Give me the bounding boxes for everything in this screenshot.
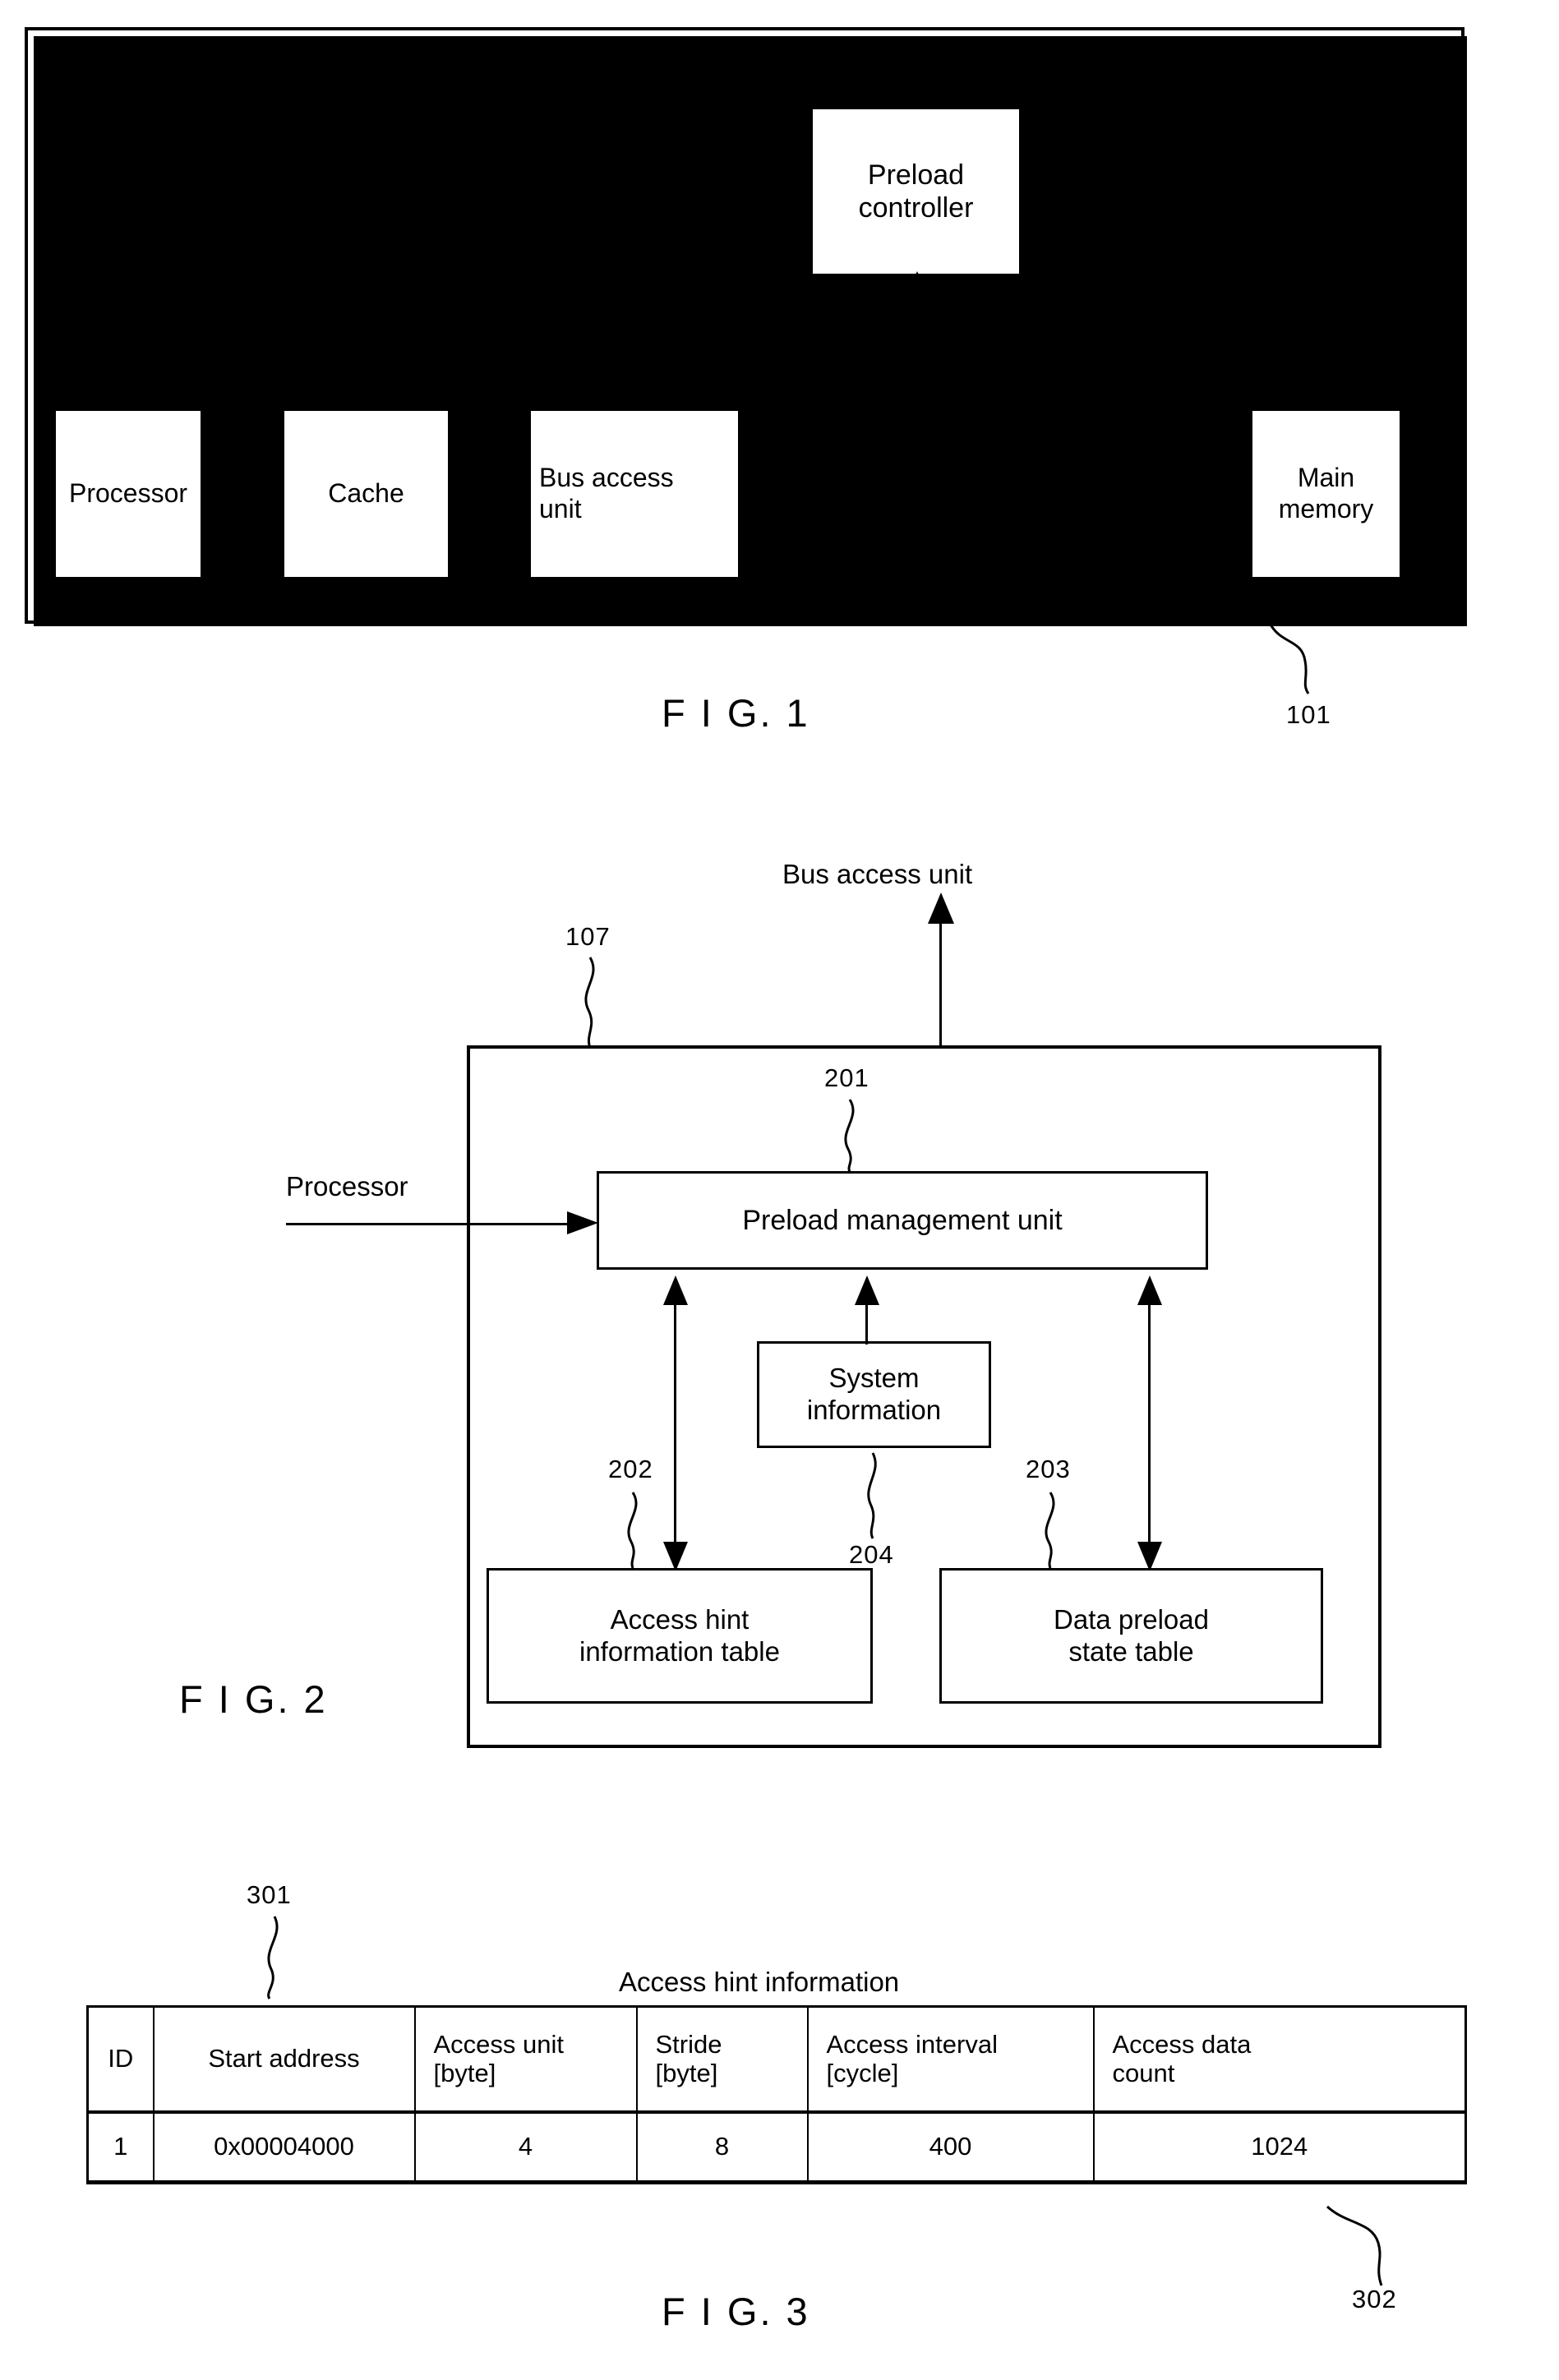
fig2-processor-connection-line — [286, 1223, 590, 1225]
fig2-access-hint-information-table-block: Access hint information table — [487, 1568, 875, 1706]
fig3-ref-302: 302 — [1352, 2285, 1397, 2313]
column-header-id: ID — [86, 2005, 155, 2113]
column-header-access-unit-line2: [byte] — [433, 2059, 496, 2088]
fig1-caption: F I G. 1 — [662, 691, 810, 735]
fig1-main-memory-label-line2: memory — [1278, 494, 1374, 524]
column-header-access-interval-line2: [cycle] — [826, 2059, 899, 2088]
fig2-system-information-block: System information — [757, 1341, 994, 1451]
fig1-processor-label: Processor — [68, 478, 188, 509]
fig1-cache-block: Cache — [282, 408, 453, 582]
column-header-start-address: Start address — [152, 2005, 416, 2113]
fig3-caption: F I G. 3 — [662, 2290, 810, 2333]
fig1-preload-controller-block: Preload controller — [810, 107, 1024, 279]
fig1-processor-to-controller-horizontal — [102, 102, 792, 104]
fig3-access-hint-information-table: ID Start address Access unit [byte] Stri… — [86, 2005, 1472, 2189]
column-header-access-interval-line1: Access interval — [826, 2029, 998, 2059]
fig2-data-preload-table-label-line1: Data preload — [1054, 1603, 1209, 1635]
fig3-ref-301-leader — [267, 1916, 279, 1999]
fig1-ref-101-leader — [1269, 624, 1310, 694]
fig1-cache-label: Cache — [328, 478, 404, 509]
fig1-ref-104: 104 — [454, 163, 499, 191]
fig1-ref-106: 106 — [1287, 163, 1332, 191]
fig2-system-information-arrowhead — [855, 1275, 879, 1305]
fig1-ref-106-leader — [1314, 196, 1324, 308]
fig2-preload-management-unit-label: Preload management unit — [742, 1204, 1063, 1236]
fig2-ref-107: 107 — [565, 922, 611, 951]
fig1-main-memory-label-line1: Main — [1297, 463, 1355, 493]
fig1-processor-to-controller-vertical — [102, 102, 104, 410]
fig2-data-preload-arrowheads — [1137, 1275, 1162, 1571]
fig2-preload-management-unit-block: Preload management unit — [597, 1171, 1211, 1272]
fig2-system-information-label: System information — [806, 1363, 942, 1425]
fig1-bus-controller-arrowheads — [904, 271, 930, 417]
fig1-main-memory-block: Main memory — [1250, 408, 1404, 582]
fig2-access-hint-table-label-line1: Access hint — [610, 1603, 750, 1635]
column-header-stride-line1: Stride — [655, 2029, 722, 2059]
table-row: 1 0x00004000 4 8 400 1024 — [86, 2110, 1467, 2182]
fig2-ref-201: 201 — [824, 1063, 869, 1092]
fig2-ref-202-leader — [627, 1492, 638, 1569]
fig2-ref-204-leader — [867, 1452, 877, 1539]
fig1-bus-access-unit-label-line2: unit — [539, 494, 582, 524]
fig1-preload-controller-label-line1: Preload — [867, 159, 965, 191]
fig1-arrow-cache-bus-access-unit — [453, 482, 530, 505]
fig2-external-processor-label: Processor — [286, 1171, 408, 1202]
fig3-title: Access hint information — [619, 1967, 900, 1997]
column-header-access-data-count-line1: Access data — [1112, 2029, 1252, 2059]
column-header-stride-line2: [byte] — [655, 2059, 718, 2088]
column-header-id-line1: ID — [108, 2044, 134, 2073]
fig2-ref-202: 202 — [608, 1455, 653, 1483]
fig2-ref-204: 204 — [849, 1540, 894, 1569]
fig1-ref-107: 107 — [1099, 168, 1144, 197]
fig2-ref-107-leader — [584, 957, 595, 1049]
cell-id: 1 — [86, 2110, 155, 2182]
column-header-access-data-count-line2: count — [1112, 2059, 1175, 2088]
fig1-bus-access-unit-block: Bus access unit — [528, 408, 743, 582]
fig1-ref-104-leader — [481, 196, 491, 308]
column-header-access-interval: Access interval [cycle] — [806, 2005, 1095, 2113]
fig1-ref-105: 105 — [1175, 196, 1220, 224]
fig1-arrow-bus-main-memory — [1154, 482, 1249, 505]
fig3-ref-302-leader — [1326, 2205, 1383, 2286]
fig1-bus-line — [1151, 261, 1152, 557]
fig1-ref-107-leader — [1021, 185, 1072, 197]
fig1-ref-101: 101 — [1286, 700, 1331, 729]
cell-access-data-count: 1024 — [1092, 2110, 1467, 2182]
fig1-arrowhead-to-preload-controller — [779, 92, 810, 114]
fig1-arrow-processor-cache — [205, 482, 284, 505]
fig1-ref-102: 102 — [53, 163, 98, 191]
fig1-bus-access-unit-label-line1: Bus access — [539, 463, 674, 493]
cell-access-interval: 400 — [806, 2110, 1095, 2182]
cell-start-address: 0x00004000 — [152, 2110, 416, 2182]
fig1-processor-block: Processor — [53, 408, 205, 582]
table-header-row: ID Start address Access unit [byte] Stri… — [86, 2005, 1467, 2113]
fig1-arrow-bus-access-unit-bus — [743, 482, 820, 505]
fig2-access-hint-arrowheads — [663, 1275, 688, 1571]
column-header-start-address-line1: Start address — [208, 2044, 360, 2073]
column-header-access-data-count: Access data count — [1092, 2005, 1467, 2113]
cell-access-unit: 4 — [413, 2110, 638, 2182]
fig2-data-preload-table-label-line2: state table — [1068, 1635, 1194, 1667]
fig1-ref-103-leader — [308, 196, 318, 308]
fig1-ref-105-leader — [1155, 233, 1182, 292]
fig2-ref-201-leader — [844, 1099, 855, 1173]
fig1-ref-102-leader — [80, 196, 90, 308]
fig1-preload-controller-label-line2: controller — [858, 192, 974, 224]
fig1-system-boundary-lower — [25, 27, 1467, 626]
column-header-access-unit: Access unit [byte] — [413, 2005, 638, 2113]
column-header-access-unit-line1: Access unit — [433, 2029, 565, 2059]
fig2-data-preload-state-table-block: Data preload state table — [939, 1568, 1326, 1706]
cell-stride: 8 — [635, 2110, 809, 2182]
fig2-ref-203: 203 — [1026, 1455, 1071, 1483]
fig3-ref-301: 301 — [247, 1880, 292, 1909]
column-header-stride: Stride [byte] — [635, 2005, 809, 2113]
fig2-ref-203-leader — [1045, 1492, 1055, 1569]
fig2-external-bus-access-unit-label: Bus access unit — [782, 859, 973, 889]
fig2-caption: F I G. 2 — [179, 1677, 328, 1721]
fig2-access-hint-table-label-line2: information table — [579, 1635, 780, 1667]
drawing-sheet: Preload controller 107 102 103 104 106 1… — [0, 0, 1559, 2380]
fig1-ref-103: 103 — [281, 163, 326, 191]
